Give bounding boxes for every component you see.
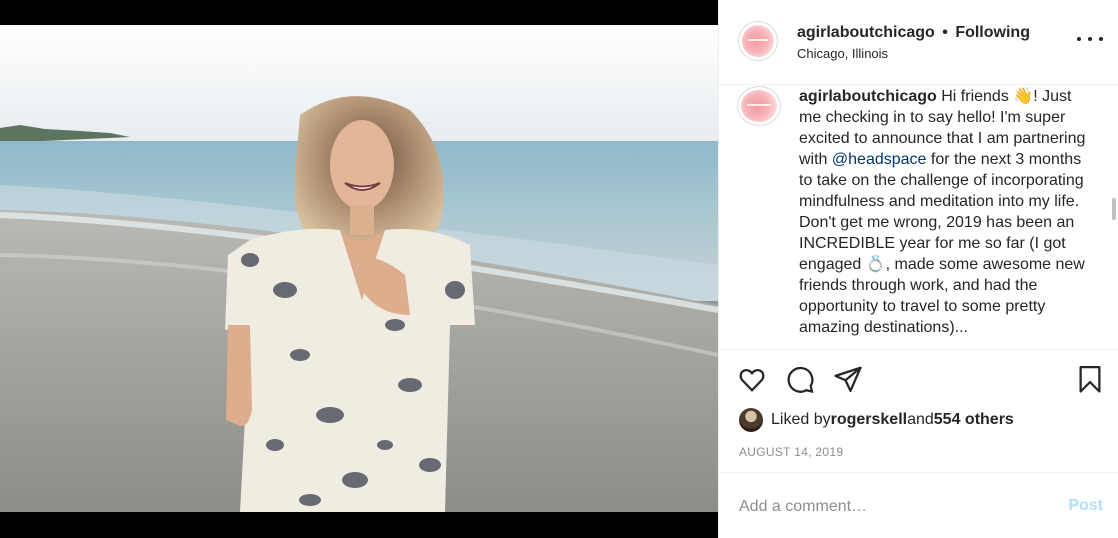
bookmark-icon[interactable] [1073,362,1107,396]
liker-avatar[interactable] [739,408,763,432]
caption-scrollbar[interactable] [1112,198,1116,220]
liker-username[interactable]: rogerskell [831,411,907,429]
caption-username[interactable]: agirlaboutchicago [799,88,937,105]
post-photo[interactable] [0,25,718,512]
comment-icon[interactable] [783,362,817,396]
author-line: agirlaboutchicago • Following [797,24,1030,42]
post-date[interactable]: AUGUST 14, 2019 [739,445,843,459]
caption-text-3: for the next 3 months to take on the cha… [799,151,1084,273]
post-header: agirlaboutchicago • Following Chicago, I… [719,0,1118,85]
comment-input[interactable] [739,495,1039,519]
author-avatar[interactable] [738,21,778,61]
likes-others-link[interactable]: 554 others [934,411,1014,429]
author-username[interactable]: agirlaboutchicago [797,24,935,41]
action-bar [719,362,1118,402]
following-button[interactable]: Following [955,24,1030,41]
likes-middle: and [907,411,934,428]
more-options-icon[interactable] [1077,29,1103,49]
post-caption: agirlaboutchicago Hi friends 👋! Just me … [799,86,1089,338]
comment-bar: Post [719,472,1118,538]
photo-viewer [0,0,718,538]
mention-link[interactable]: @headspace [832,151,927,168]
likes-prefix: Liked by [771,411,831,428]
heart-icon[interactable] [735,362,769,396]
caption-scroll-area[interactable]: agirlaboutchicago Hi friends 👋! Just me … [719,86,1118,350]
post-sidebar: agirlaboutchicago • Following Chicago, I… [718,0,1118,538]
separator-dot: • [942,24,948,41]
caption-text-1: Hi friends [936,88,1014,105]
post-location[interactable]: Chicago, Illinois [797,46,888,61]
caption-author-avatar[interactable] [737,86,781,126]
likes-summary: Liked by rogerskell and 554 others [739,406,1014,434]
share-icon[interactable] [831,362,865,396]
post-comment-button[interactable]: Post [1068,497,1103,515]
ring-emoji: 💍 [865,256,886,273]
wave-emoji: 👋 [1013,88,1034,105]
